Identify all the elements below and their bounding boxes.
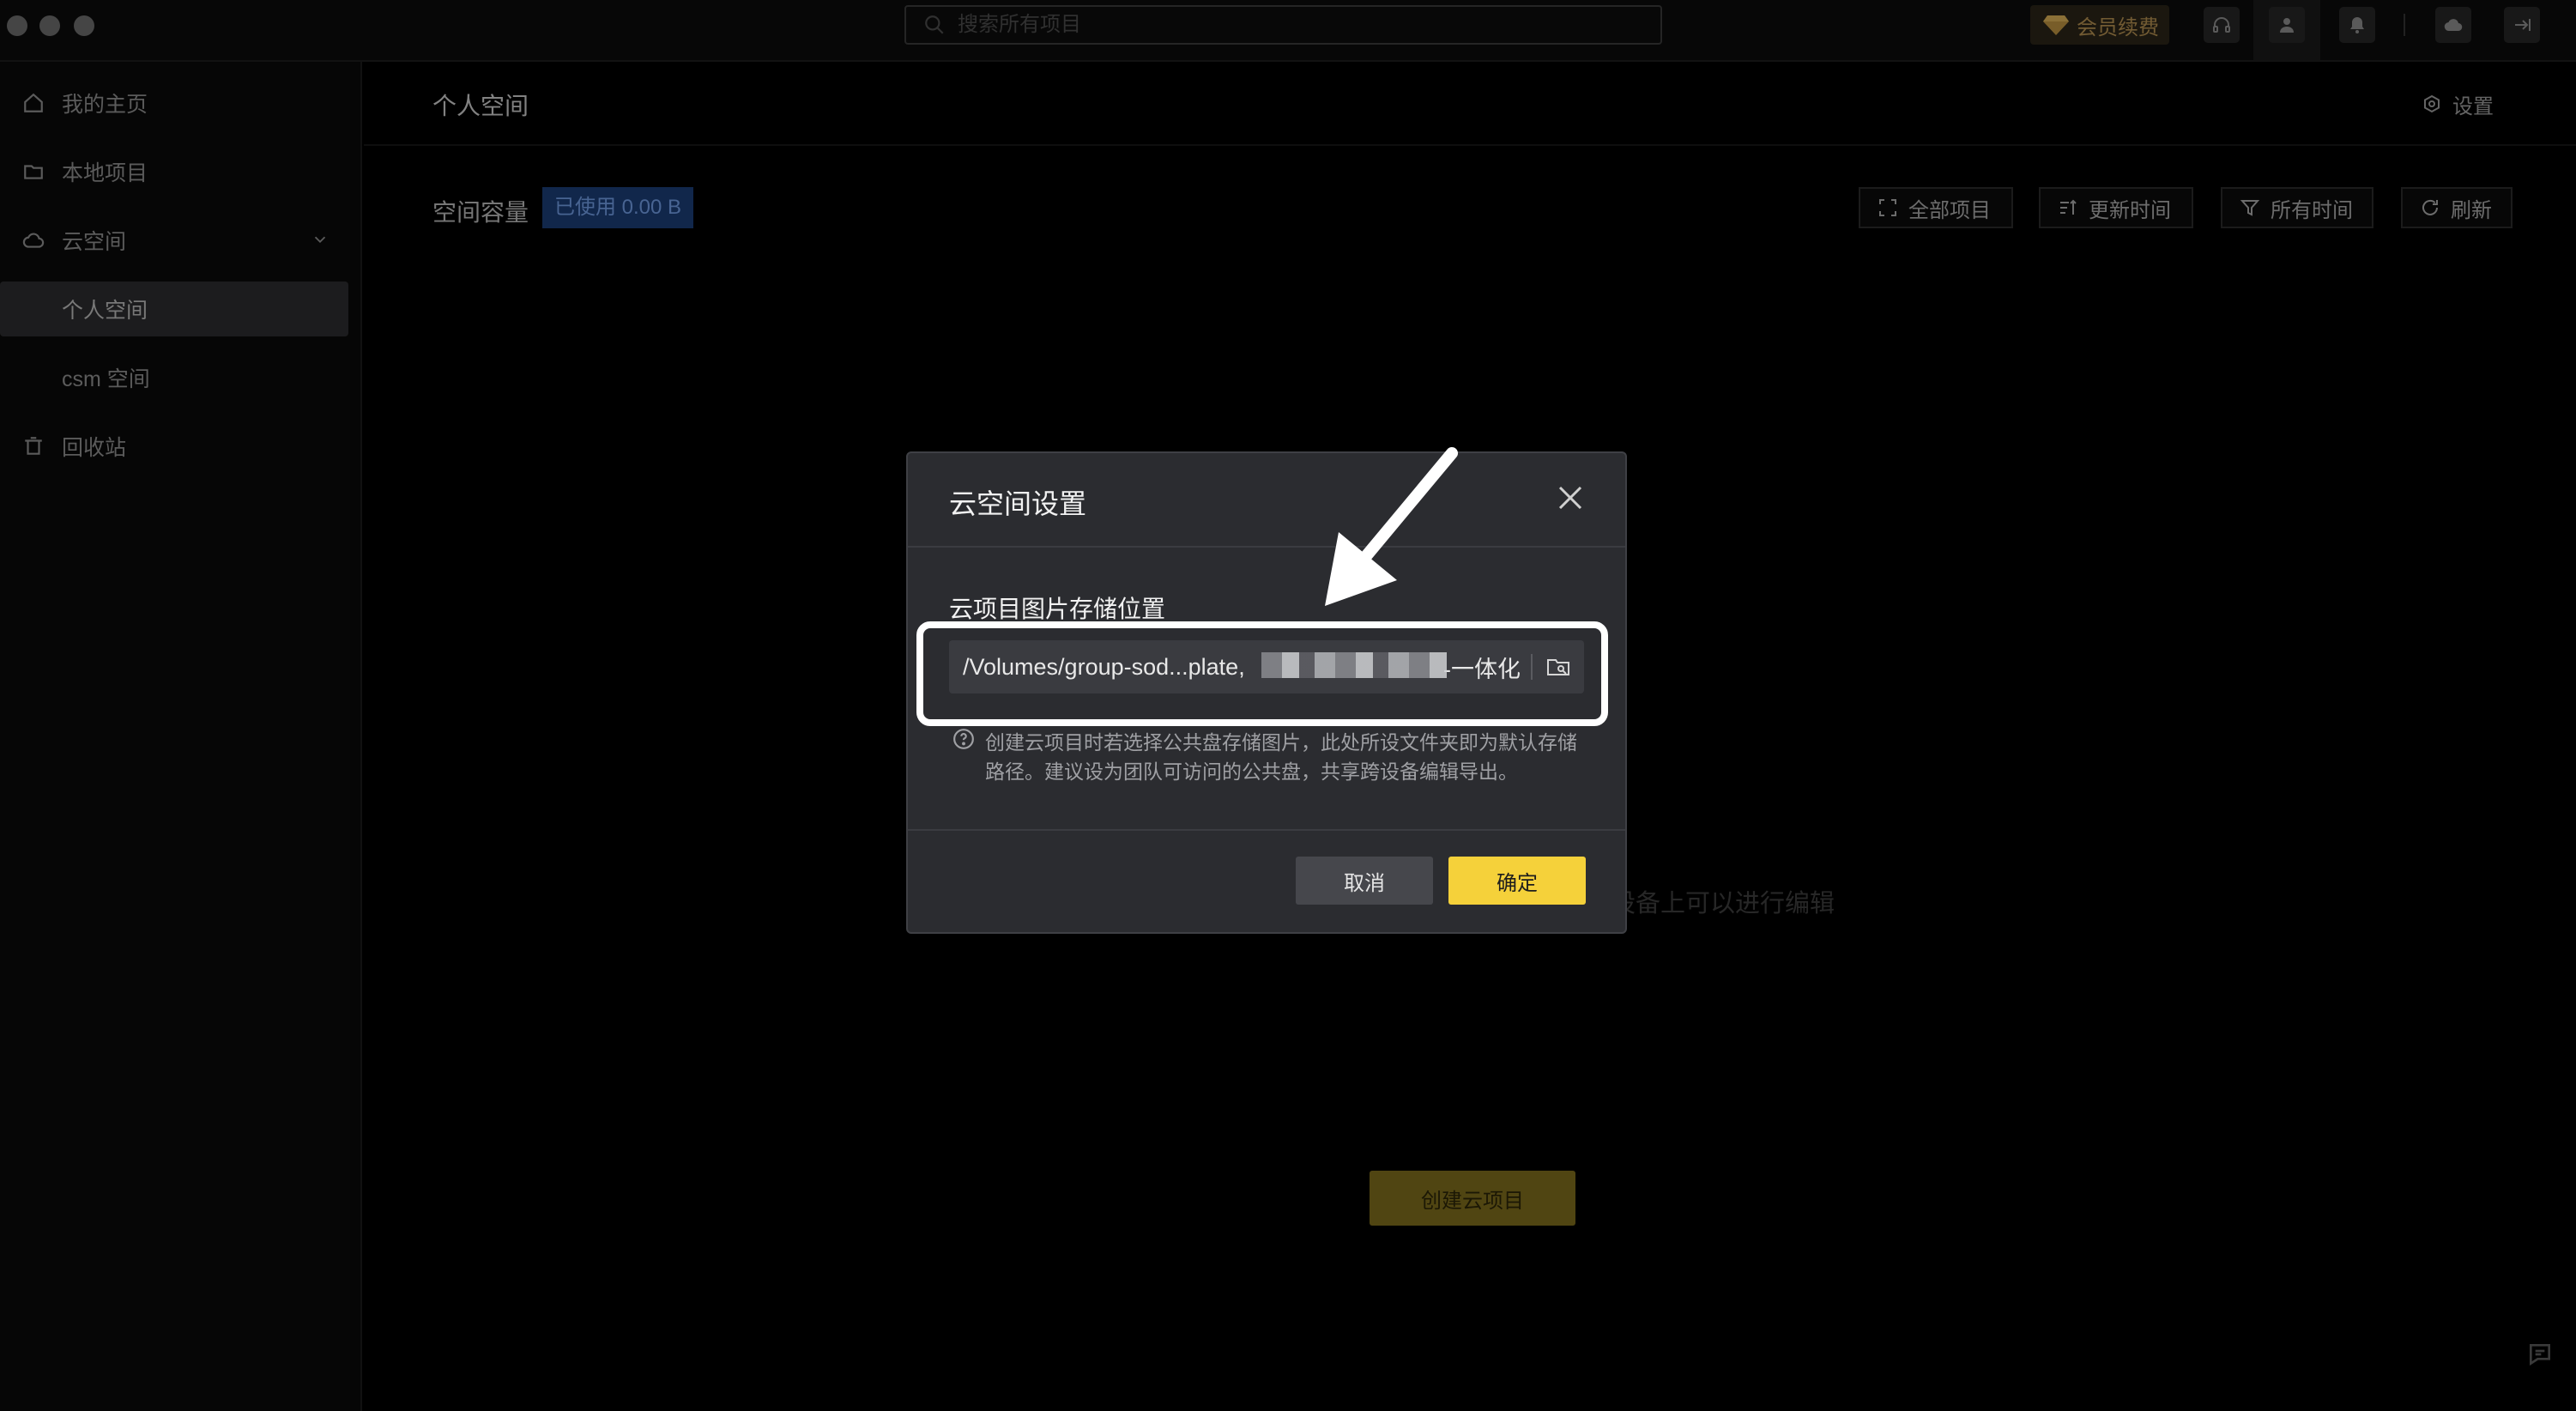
- dialog-title: 云空间设置: [949, 488, 1087, 519]
- dialog-footer-divider: [908, 829, 1625, 831]
- cancel-button[interactable]: 取消: [1296, 857, 1433, 905]
- confirm-button[interactable]: 确定: [1448, 857, 1586, 905]
- close-icon[interactable]: [1555, 482, 1586, 513]
- dialog-header: 云空间设置: [908, 453, 1625, 548]
- storage-location-label: 云项目图片存储位置: [949, 596, 1166, 622]
- arrow-annotation-icon: [1325, 447, 1458, 606]
- question-circle-icon: [953, 729, 974, 749]
- highlight-frame: [916, 621, 1608, 726]
- storage-hint-text: 创建云项目时若选择公共盘存储图片，此处所设文件夹即为默认存储路径。建议设为团队可…: [985, 731, 1577, 783]
